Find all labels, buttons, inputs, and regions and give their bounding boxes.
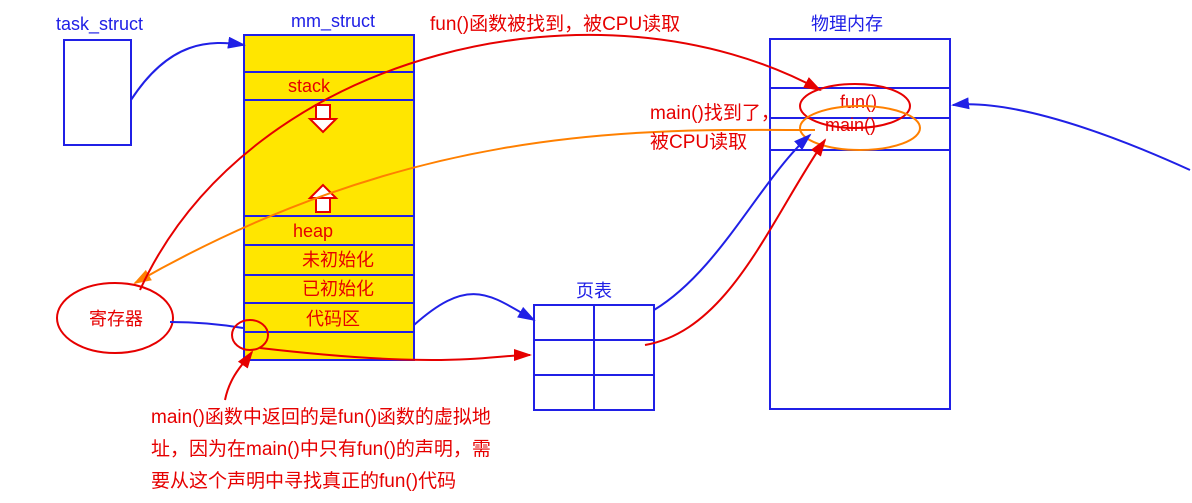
diagram-canvas: task_struct mm_struct stack heap 未初始化 已初… <box>0 0 1192 503</box>
page-table-label: 页表 <box>576 281 612 301</box>
line-register-to-codearea <box>170 322 243 328</box>
page-table-box <box>534 305 654 410</box>
note-mid-1: main()找到了， <box>650 102 780 124</box>
mm-struct-label: mm_struct <box>291 11 375 32</box>
arrow-right-to-physmem <box>953 104 1190 170</box>
task-struct-label: task_struct <box>56 14 143 35</box>
uninit-label: 未初始化 <box>302 250 374 270</box>
arrow-pagetable-to-physmem <box>654 135 810 310</box>
arrow-task-to-mm <box>131 43 244 100</box>
code-area-label: 代码区 <box>306 309 360 329</box>
arrow-pagetable-to-physmem-red <box>645 140 825 345</box>
stack-label: stack <box>288 76 331 96</box>
heap-label: heap <box>293 221 333 241</box>
main-label: main() <box>825 115 876 135</box>
init-label: 已初始化 <box>302 279 374 299</box>
fun-label: fun() <box>840 92 877 112</box>
note-bottom-2: 址，因为在main()中只有fun()的声明，需 <box>151 438 491 460</box>
register-label: 寄存器 <box>89 309 143 329</box>
note-mid-2: 被CPU读取 <box>650 131 747 153</box>
note-top: fun()函数被找到，被CPU读取 <box>430 13 680 35</box>
task-struct-box <box>64 40 131 145</box>
arrow-mm-to-pagetable <box>414 294 534 325</box>
phys-mem-label: 物理内存 <box>811 14 883 34</box>
note-bottom-1: main()函数中返回的是fun()函数的虚拟地 <box>151 406 491 428</box>
note-bottom-3: 要从这个声明中寻找真正的fun()代码 <box>151 470 456 492</box>
